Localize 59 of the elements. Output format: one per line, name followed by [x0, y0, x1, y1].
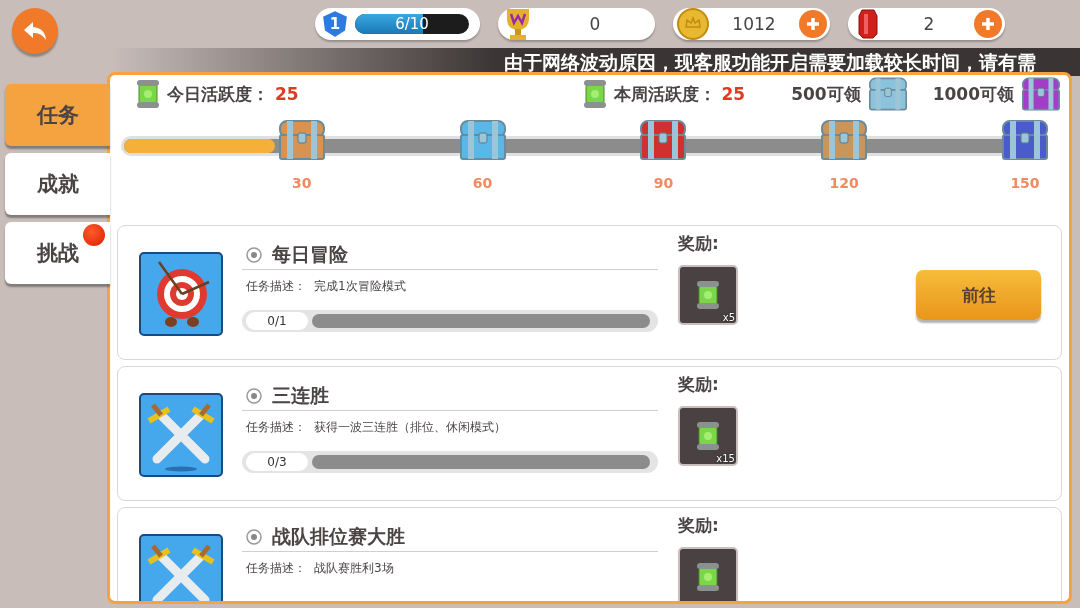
- milestone-value: 30: [292, 175, 312, 191]
- reward-label: 奖励:: [678, 373, 720, 396]
- currency-amount: 0: [588, 14, 602, 34]
- reward-label: 奖励:: [678, 232, 720, 255]
- crossed-swords-icon: [139, 393, 223, 477]
- target-icon: [139, 252, 223, 336]
- side-tab[interactable]: 任务: [5, 84, 110, 146]
- reward-count: x5: [722, 312, 735, 323]
- gem-icon: [857, 8, 879, 40]
- currency-amount: 1012: [731, 14, 777, 34]
- side-tab[interactable]: 成就: [5, 153, 110, 215]
- canister-icon: [581, 78, 608, 110]
- task-description: 获得一波三连胜（排位、休闲模式）: [314, 419, 506, 436]
- description-label: 任务描述：: [246, 560, 306, 577]
- description-label: 任务描述：: [246, 278, 306, 295]
- reward-label: 奖励:: [678, 514, 720, 537]
- task-description: 完成1次冒险模式: [314, 278, 406, 295]
- plus-icon: [980, 16, 996, 32]
- chest-icon[interactable]: [819, 117, 870, 163]
- add-button[interactable]: [799, 10, 827, 38]
- chest-icon[interactable]: [638, 117, 689, 163]
- description-label: 任务描述：: [246, 419, 306, 436]
- milestone-value: 90: [653, 175, 674, 191]
- today-activity-label: 今日活跃度：: [167, 82, 269, 106]
- reward-count: x15: [716, 453, 735, 464]
- go-button[interactable]: 前往: [916, 270, 1041, 320]
- canister-icon: [135, 78, 161, 110]
- week-activity-label: 本周活跃度：: [613, 82, 716, 106]
- back-button[interactable]: [12, 8, 58, 54]
- task-progress-text: 0/3: [246, 453, 308, 471]
- task-title: 战队排位赛大胜: [272, 524, 405, 549]
- milestone-value: 150: [1010, 175, 1040, 191]
- canister-icon: [695, 420, 721, 452]
- radio-icon: [246, 529, 262, 545]
- today-activity-value: 25: [275, 84, 299, 104]
- side-tab[interactable]: 挑战: [5, 222, 110, 284]
- task-description: 战队赛胜利3场: [314, 560, 394, 577]
- reward-threshold: 500可领: [791, 82, 861, 106]
- trophy-icon: [504, 7, 532, 41]
- task-title: 每日冒险: [272, 242, 348, 267]
- radio-icon: [246, 247, 262, 263]
- back-arrow-icon: [22, 20, 48, 42]
- milestone-value: 60: [472, 175, 493, 191]
- currency-amount: 2: [922, 14, 936, 34]
- add-button[interactable]: [974, 10, 1002, 38]
- plus-icon: [805, 16, 821, 32]
- chest-icon[interactable]: [1000, 117, 1050, 163]
- reward-threshold: 1000可领: [932, 82, 1014, 106]
- milestone-value: 120: [829, 175, 859, 191]
- radio-icon: [246, 388, 262, 404]
- task-progress-text: 0/1: [246, 312, 308, 330]
- task-title: 三连胜: [272, 383, 329, 408]
- coin-icon: [677, 8, 709, 40]
- canister-icon: [695, 279, 721, 311]
- chest-icon[interactable]: [457, 117, 508, 163]
- canister-icon: [695, 561, 721, 593]
- crossed-swords-icon: [139, 534, 223, 601]
- week-activity-value: 25: [721, 84, 746, 104]
- chest-icon[interactable]: [276, 117, 327, 163]
